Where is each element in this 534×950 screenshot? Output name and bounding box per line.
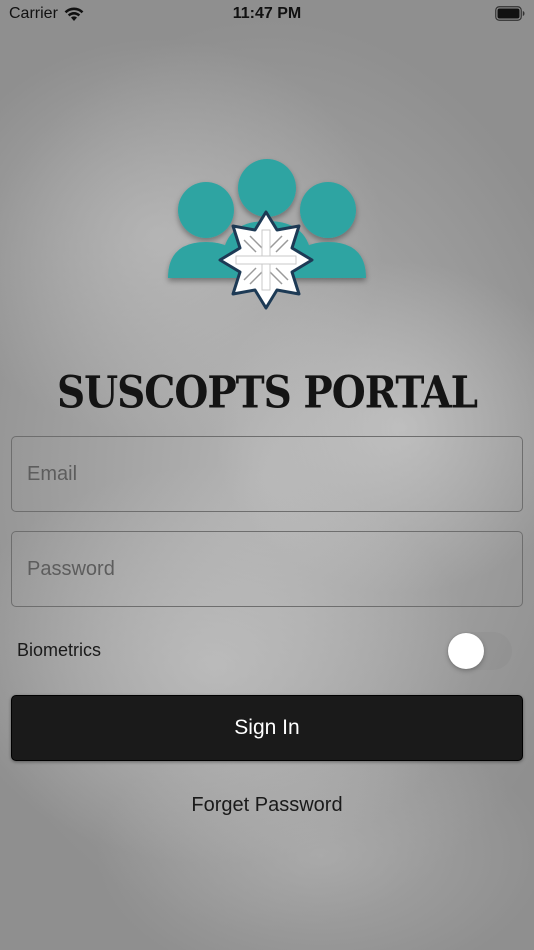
app-title: SUSCOPTS PORTAL <box>56 367 478 419</box>
status-bar: Carrier 11:47 PM <box>0 0 534 28</box>
status-time: 11:47 PM <box>232 5 302 22</box>
biometrics-toggle[interactable] <box>447 632 512 670</box>
forget-password-link[interactable]: Forget Password <box>0 794 534 817</box>
password-field[interactable] <box>11 531 523 607</box>
toggle-knob <box>448 633 484 669</box>
app-logo-icon <box>168 159 366 310</box>
sign-in-button[interactable]: Sign In <box>11 695 523 761</box>
email-field[interactable] <box>11 436 523 512</box>
biometrics-label: Biometrics <box>17 640 102 660</box>
battery-icon <box>495 6 525 21</box>
